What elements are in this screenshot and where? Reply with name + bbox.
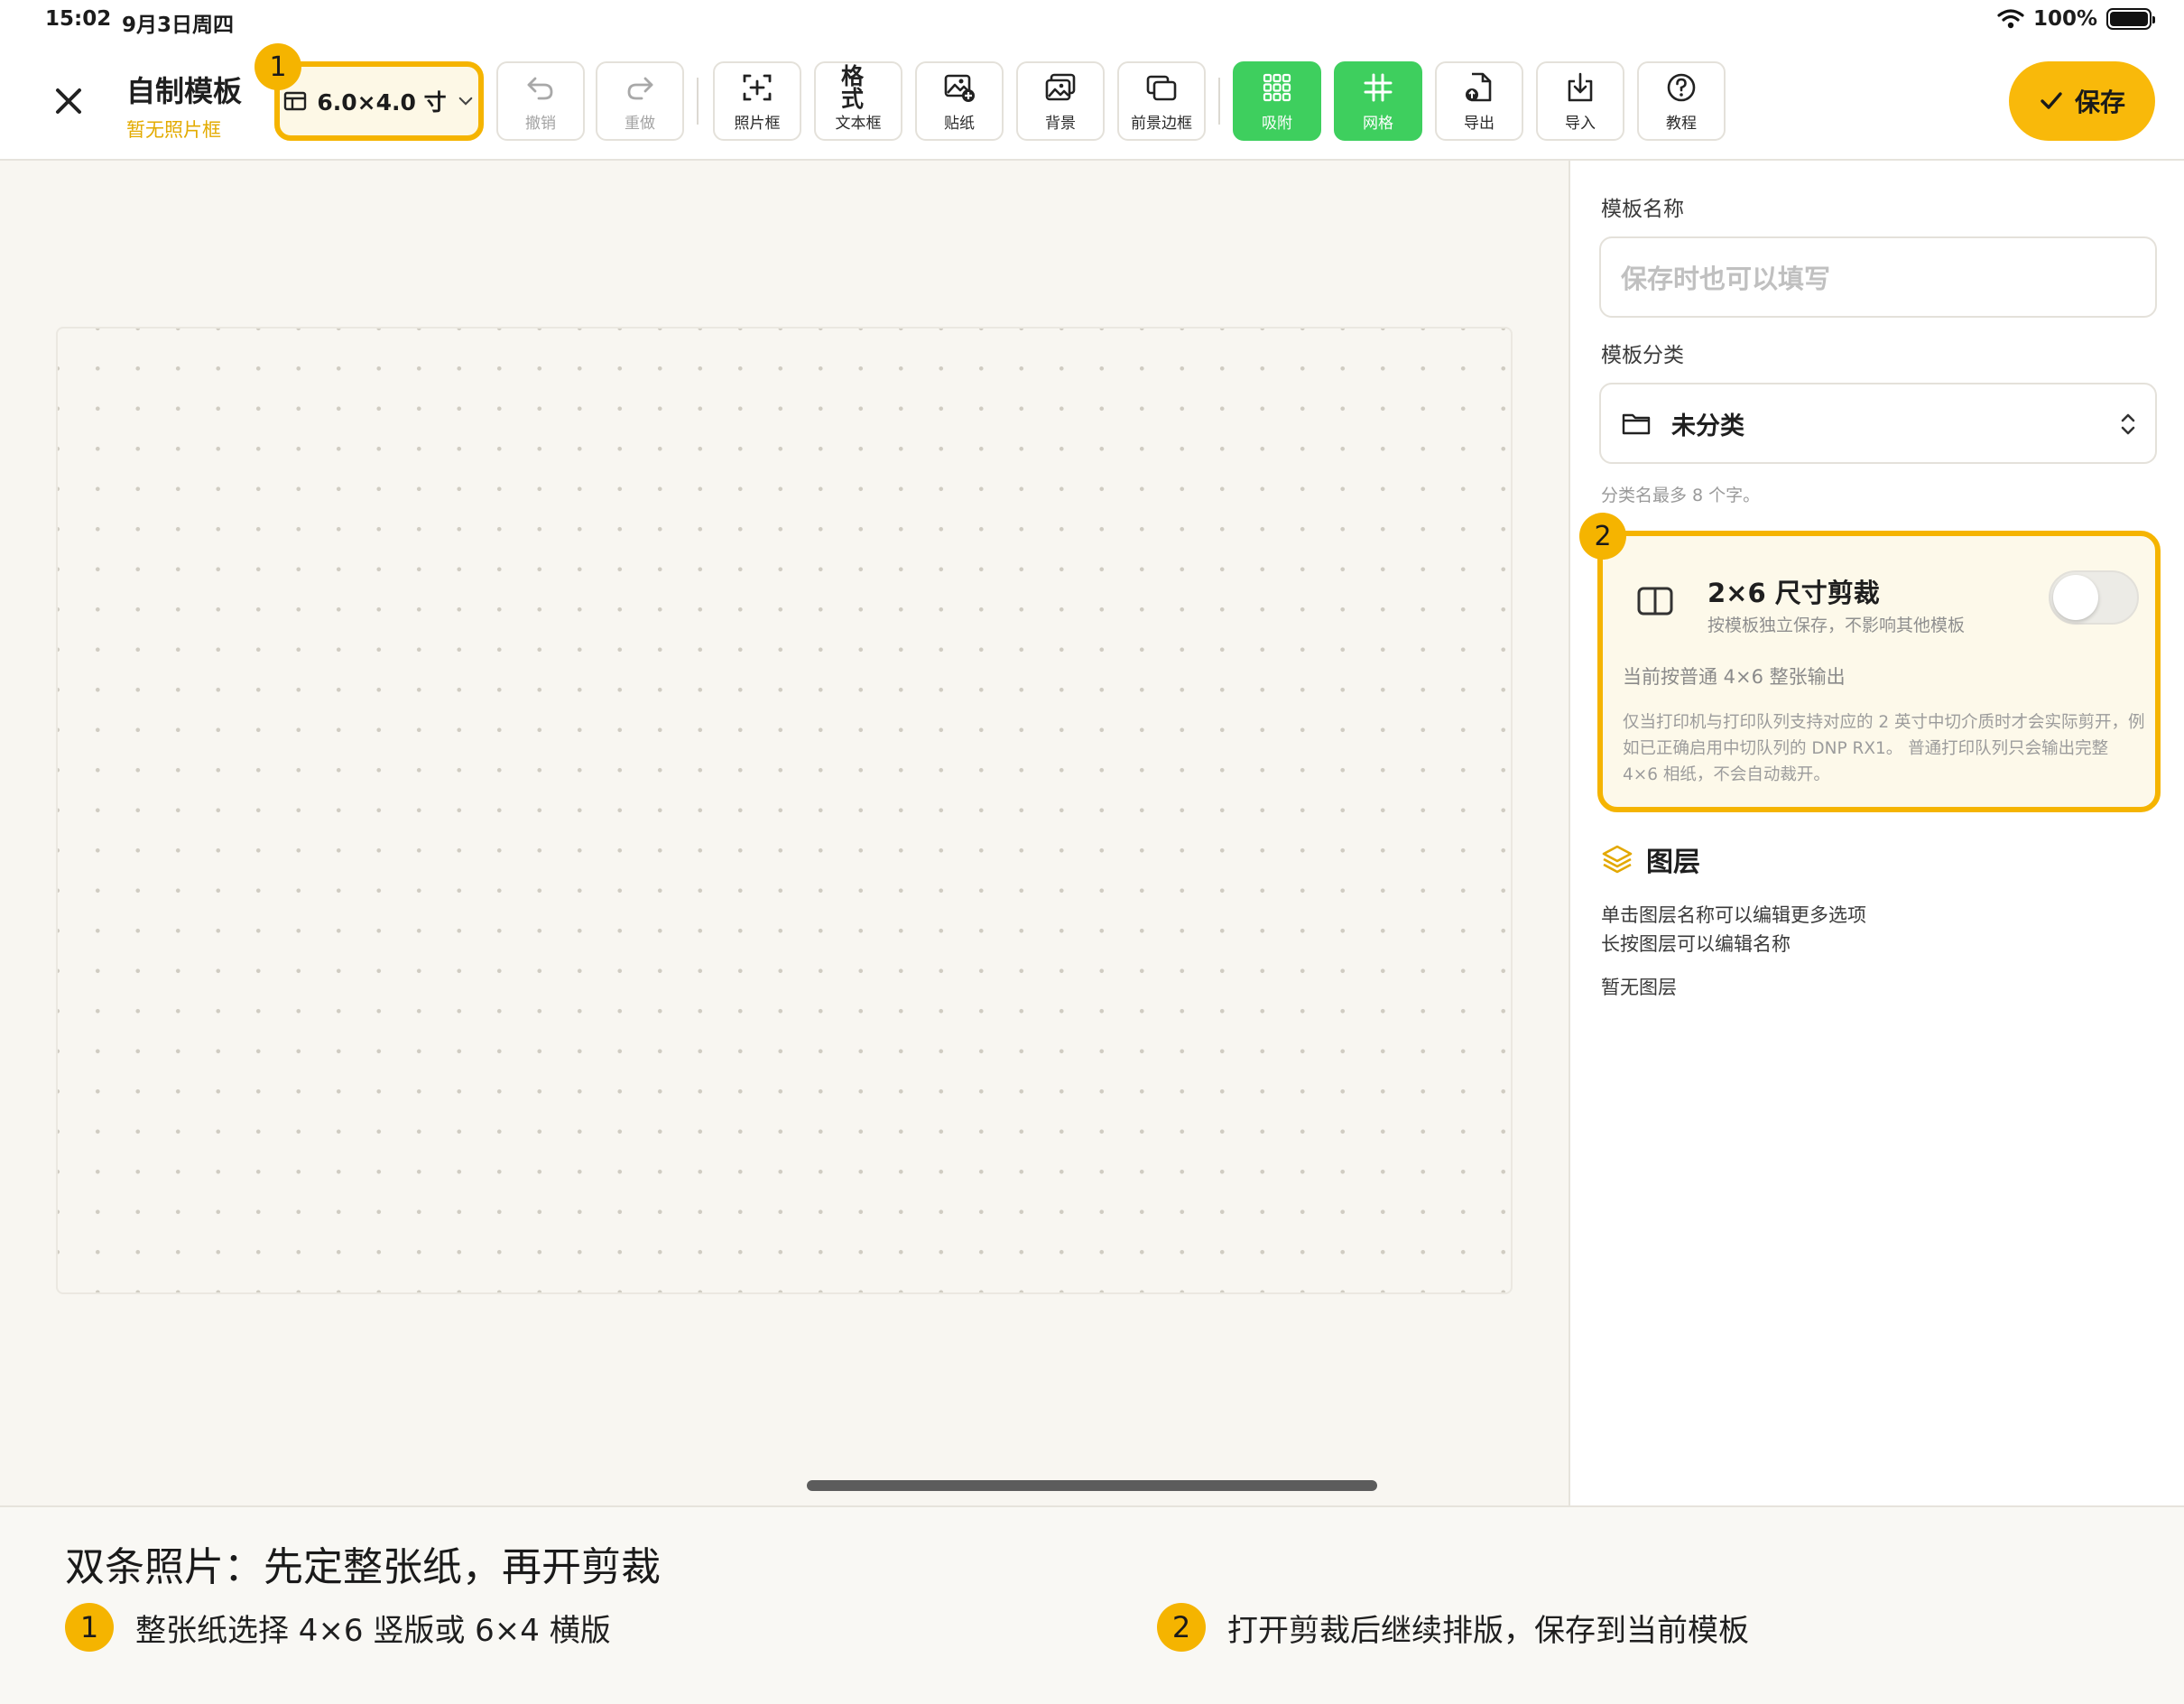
- caption-badge-2: 2: [1157, 1603, 1206, 1652]
- checkmark-icon: [2041, 92, 2062, 109]
- import-button[interactable]: 导入: [1536, 61, 1624, 141]
- crop-toggle[interactable]: [2049, 570, 2139, 625]
- updown-chevron-icon: [2121, 413, 2135, 435]
- step-badge-2: 2: [1579, 513, 1626, 560]
- battery-percent: 100%: [2032, 7, 2097, 31]
- grid-toggle-button[interactable]: 网格: [1334, 61, 1422, 141]
- sticker-label: 贴纸: [944, 114, 975, 133]
- help-icon: [1667, 73, 1696, 101]
- status-time: 15:02: [45, 7, 112, 31]
- import-icon: [1568, 72, 1593, 101]
- frame-size-icon: [284, 91, 307, 111]
- caption-step-2-text: 打开剪裁后继续排版，保存到当前模板: [1227, 1612, 1749, 1649]
- import-label: 导入: [1565, 114, 1596, 133]
- template-subtitle: 暂无照片框: [126, 119, 221, 141]
- layers-hint-2: 长按图层可以编辑名称: [1601, 933, 1791, 955]
- layers-title: 图层: [1646, 847, 1700, 878]
- crop-title: 2×6 尺寸剪裁: [1707, 578, 1880, 608]
- split-panel-icon: [1637, 587, 1673, 616]
- save-label: 保存: [2074, 88, 2125, 117]
- background-label: 背景: [1045, 114, 1076, 133]
- layers-hint-1: 单击图层名称可以编辑更多选项: [1601, 904, 1866, 926]
- crop-status: 当前按普通 4×6 整张输出: [1623, 666, 1846, 688]
- step-badge-1: 1: [254, 43, 301, 90]
- export-icon: [1466, 72, 1492, 101]
- text-box-label: 文本框: [835, 114, 882, 133]
- template-name-placeholder: 保存时也可以填写: [1621, 264, 1831, 294]
- background-button[interactable]: 背景: [1016, 61, 1105, 141]
- close-icon: [56, 88, 81, 114]
- crop-description: 仅当打印机与打印队列支持对应的 2 英寸中切介质时才会实际剪开，例如已正确启用中…: [1623, 713, 2145, 784]
- add-frame-icon: [743, 74, 772, 100]
- template-name-input[interactable]: 保存时也可以填写: [1599, 236, 2157, 318]
- format-text-icon: 格式: [841, 62, 865, 112]
- undo-label: 撤销: [525, 114, 556, 133]
- background-image-icon: [1045, 73, 1076, 100]
- tutorial-button[interactable]: 教程: [1637, 61, 1726, 141]
- wifi-icon: [1997, 9, 2024, 29]
- paper-size-value: 6.0×4.0 寸: [317, 89, 447, 116]
- layers-icon: [1602, 845, 1633, 874]
- grid-hash-icon: [1364, 73, 1393, 101]
- template-category-label: 模板分类: [1601, 344, 1684, 367]
- caption-step-2: 2 打开剪裁后继续排版，保存到当前模板: [1157, 1603, 1749, 1652]
- export-button[interactable]: 导出: [1435, 61, 1523, 141]
- template-canvas[interactable]: [56, 327, 1513, 1294]
- chevron-down-icon: [458, 97, 472, 106]
- status-right: 100%: [1997, 7, 2155, 31]
- category-value: 未分类: [1671, 412, 1744, 440]
- layers-empty: 暂无图层: [1601, 977, 1677, 998]
- snap-toggle-button[interactable]: 吸附: [1233, 61, 1321, 141]
- category-hint: 分类名最多 8 个字。: [1601, 486, 1761, 505]
- tutorial-caption: 双条照片：先定整张纸，再开剪裁 1 整张纸选择 4×6 竖版或 6×4 横版 2…: [0, 1505, 2184, 1704]
- redo-button[interactable]: 重做: [596, 61, 684, 141]
- add-text-box-button[interactable]: 格式 文本框: [814, 61, 902, 141]
- home-indicator[interactable]: [807, 1480, 1377, 1491]
- folder-icon: [1622, 413, 1651, 435]
- undo-button[interactable]: 撤销: [496, 61, 585, 141]
- template-name-label: 模板名称: [1601, 198, 1684, 221]
- foreground-border-icon: [1146, 75, 1177, 100]
- properties-panel: 模板名称 保存时也可以填写 模板分类 未分类 分类名最多 8 个字。 2×6 尺…: [1569, 161, 2184, 1505]
- caption-step-1-text: 整张纸选择 4×6 竖版或 6×4 横版: [135, 1612, 611, 1649]
- caption-badge-1: 1: [65, 1603, 114, 1652]
- snap-grid-icon: [1263, 73, 1291, 101]
- paper-size-select[interactable]: 6.0×4.0 寸: [274, 61, 484, 141]
- foreground-border-label: 前景边框: [1131, 114, 1192, 133]
- caption-title: 双条照片：先定整张纸，再开剪裁: [65, 1544, 661, 1590]
- toolbar-divider: [697, 78, 699, 125]
- crop-subtitle: 按模板独立保存，不影响其他模板: [1707, 616, 1966, 635]
- battery-icon: [2106, 8, 2155, 30]
- status-date: 9月3日周四: [122, 14, 235, 37]
- add-photo-frame-button[interactable]: 照片框: [713, 61, 801, 141]
- grid-label: 网格: [1363, 114, 1393, 133]
- close-button[interactable]: [47, 79, 90, 123]
- layers-heading: 图层: [1601, 839, 1700, 879]
- status-bar: 15:02 9月3日周四 100%: [0, 0, 2184, 42]
- caption-step-1: 1 整张纸选择 4×6 竖版或 6×4 横版: [65, 1603, 611, 1652]
- template-title: 自制模板: [126, 74, 243, 108]
- export-label: 导出: [1464, 114, 1495, 133]
- tutorial-label: 教程: [1666, 114, 1697, 133]
- editor-toolbar: 自制模板 暂无照片框 6.0×4.0 寸 1 撤销 重做 照片框 格式 文本框 …: [0, 42, 2184, 161]
- redo-icon: [627, 77, 653, 99]
- sticker-icon: [944, 74, 975, 102]
- redo-label: 重做: [625, 114, 655, 133]
- crop-2x6-card: 2×6 尺寸剪裁 按模板独立保存，不影响其他模板 当前按普通 4×6 整张输出 …: [1597, 531, 2161, 812]
- snap-label: 吸附: [1262, 114, 1292, 133]
- save-button[interactable]: 保存: [2009, 61, 2155, 141]
- canvas-area: [0, 161, 1569, 1505]
- foreground-border-button[interactable]: 前景边框: [1117, 61, 1206, 141]
- toolbar-divider: [1218, 78, 1220, 125]
- add-sticker-button[interactable]: 贴纸: [915, 61, 1004, 141]
- undo-icon: [527, 77, 553, 99]
- category-select[interactable]: 未分类: [1599, 383, 2157, 464]
- photo-frame-label: 照片框: [734, 114, 781, 133]
